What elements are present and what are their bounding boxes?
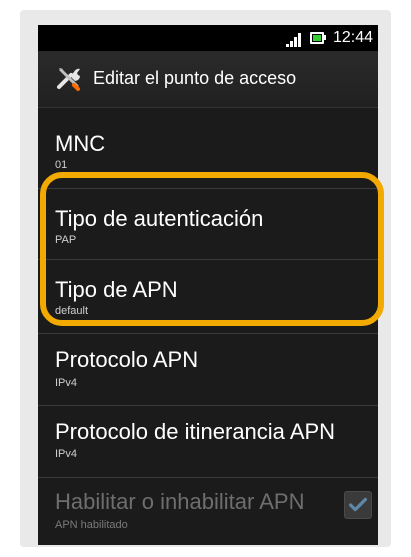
tools-icon [57,68,80,91]
setting-apn-protocol[interactable]: Protocolo APN IPv4 [38,333,378,403]
checkmark-icon [348,497,368,512]
setting-label: MNC [55,131,106,156]
setting-label: Tipo de APN [55,277,178,302]
setting-apn-roaming-protocol[interactable]: Protocolo de itinerancia APN IPv4 [38,405,378,475]
status-time: 12:44 [333,29,374,46]
battery-icon [310,32,324,44]
phone-screen: 12:44 Editar el punto de acceso MNC 01 T… [38,25,378,545]
setting-mnc[interactable]: MNC 01 [38,111,378,181]
setting-value: IPv4 [55,448,78,460]
setting-value: default [55,305,89,317]
setting-enable-apn[interactable]: Habilitar o inhabilitar APN APN habilita… [38,477,378,545]
setting-value: PAP [55,234,77,246]
setting-value: IPv4 [55,377,78,389]
setting-auth-type[interactable]: Tipo de autenticación PAP [38,188,378,258]
signal-bars-icon [286,33,304,47]
setting-value: APN habilitado [55,519,128,531]
setting-label: Protocolo APN [55,347,199,372]
setting-value: 01 [55,159,68,171]
setting-label: Protocolo de itinerancia APN [55,419,336,444]
title-bar: Editar el punto de acceso [38,51,378,108]
page-title: Editar el punto de acceso [93,68,297,88]
status-bar: 12:44 [38,25,378,51]
enable-apn-checkbox[interactable] [344,491,372,519]
battery-tip [324,35,326,40]
setting-label: Habilitar o inhabilitar APN [55,489,305,514]
setting-apn-type[interactable]: Tipo de APN default [38,259,378,329]
setting-label: Tipo de autenticación [55,206,264,231]
